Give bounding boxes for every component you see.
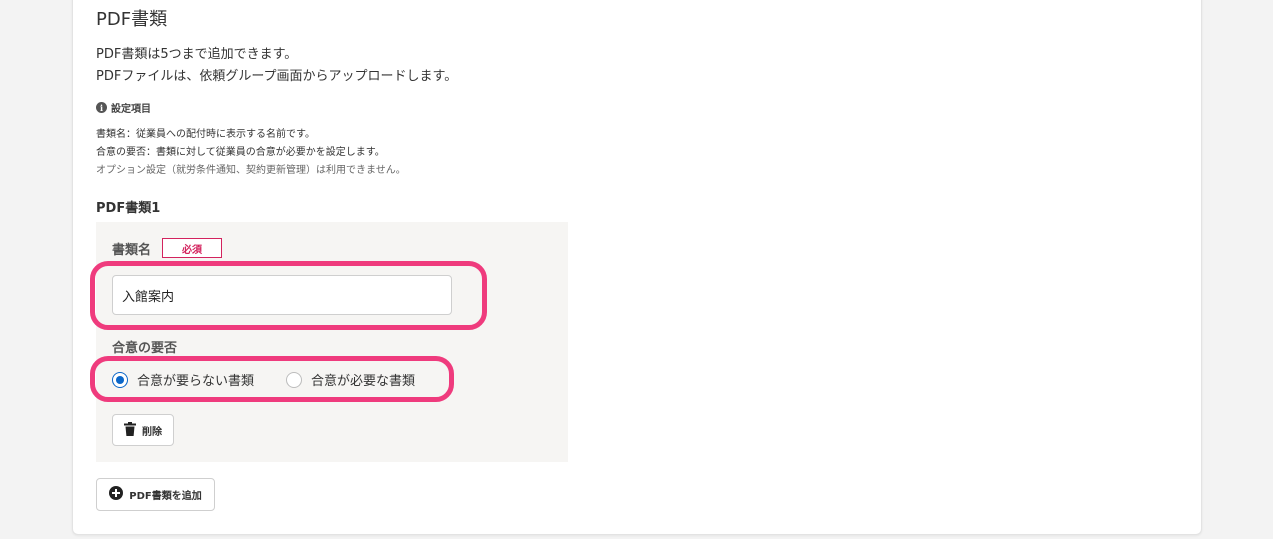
required-badge: 必須 — [162, 238, 222, 258]
consent-option-required[interactable]: 合意が必要な書類 — [286, 370, 415, 389]
consent-label: 合意の要否 — [112, 341, 178, 356]
section-description-line2: PDFファイルは、依頼グループ画面からアップロードします。 — [96, 69, 458, 84]
consent-option-not-required-label: 合意が要らない書類 — [137, 374, 255, 389]
info-line-option: オプション設定（就労条件通知、契約更新管理）は利用できません。 — [96, 165, 406, 176]
add-pdf-document-button[interactable]: PDF書類を追加 — [96, 478, 215, 511]
add-pdf-document-label: PDF書類を追加 — [129, 491, 202, 502]
document-name-label: 書類名 — [112, 243, 152, 258]
trash-icon — [124, 421, 136, 439]
radio-button-unselected[interactable] — [286, 371, 302, 388]
pdf-document-heading: PDF書類1 — [96, 201, 161, 216]
delete-button-label: 削除 — [142, 426, 162, 438]
document-name-input[interactable] — [112, 275, 452, 315]
info-line-name: 書類名：従業員への配付時に表示する名前です。 — [96, 129, 315, 140]
settings-info-heading-label: 設定項目 — [111, 104, 151, 115]
info-line-consent: 合意の要否：書類に対して従業員の合意が必要かを設定します。 — [96, 147, 385, 158]
consent-option-not-required[interactable]: 合意が要らない書類 — [112, 370, 254, 389]
settings-info-heading: i 設定項目 — [96, 100, 151, 115]
section-description-line1: PDF書類は5つまで追加できます。 — [96, 47, 298, 62]
delete-button[interactable]: 削除 — [112, 414, 174, 446]
info-icon: i — [96, 102, 107, 113]
section-title: PDF書類 — [96, 9, 168, 30]
plus-circle-icon — [109, 486, 124, 503]
consent-option-required-label: 合意が必要な書類 — [311, 374, 416, 389]
radio-button-selected[interactable] — [112, 371, 128, 388]
